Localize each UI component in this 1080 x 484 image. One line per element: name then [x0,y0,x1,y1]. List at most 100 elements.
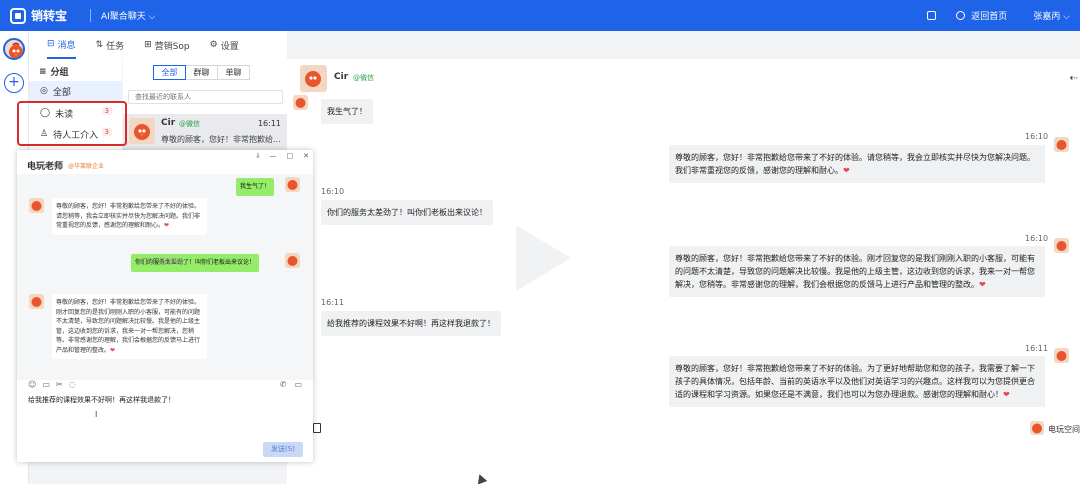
message-time: 16:11 [321,298,345,307]
chat-type-filter: 全部 群聊 单聊 [153,65,250,80]
add-account-button[interactable]: + [4,73,24,93]
contact-row[interactable]: Cir @微信 16:11 尊敬的顾客，您好！非常抱歉给... [123,114,287,150]
chat-bubble-icon[interactable]: ◌ [69,380,76,392]
floating-message-sent: 我生气了！ [236,178,275,196]
contact-panel: 全部 群聊 单聊 Cir @微信 16:11 尊敬的顾客，您好！非常抱歉给... [123,59,287,159]
video-icon[interactable]: ▭ [294,380,302,389]
maximize-icon[interactable]: □ [287,152,294,161]
floating-message-received: 尊敬的顾客，您好！非常抱歉给您带来了不好的体验。请您稍等，我会立即核实并尽快为您… [52,198,207,235]
filter-single[interactable]: 单聊 [217,65,250,80]
rooster-avatar-icon [9,42,23,58]
footer-contact-name: 电玩空间 [1048,425,1080,434]
logo-icon [10,7,26,24]
tab-settings[interactable]: ⚙ 设置 [210,31,239,59]
conversation-footer: 电玩空间 [313,421,1080,441]
floating-window-subtitle: @华莱联企业 [68,163,105,170]
header-contact-name: Cir [334,72,349,82]
floating-receiver-avatar [29,294,44,309]
phone-icon[interactable]: ✆ [280,380,287,389]
conversation-header: Cir @微信 ⇠ [287,59,1080,93]
message-agent: 尊敬的顾客，您好！非常抱歉给您带来了不好的体验。为了更好地帮助您和您的孩子，我需… [669,356,1045,407]
app-name: 销转宝 [31,9,68,23]
tab-messages[interactable]: ⊟ 消息 [47,31,76,59]
highlight-annotation [17,101,127,146]
filter-group[interactable]: 群聊 [185,65,218,80]
floating-receiver-avatar [29,198,44,213]
top-bar: 销转宝 AI聚合聊天 ⌵ 返回首页 张嘉丙 ⌵ [0,0,1080,31]
message-agent: 尊敬的顾客，您好！非常抱歉给您带来了不好的体验。刚才回复您的是我们刚刚入职的小客… [669,246,1045,297]
message-customer: 你们的服务太差劲了！叫你们老板出来议论！ [321,200,493,225]
contact-avatar [129,118,155,144]
send-button[interactable]: 发送(S) [263,442,303,457]
all-icon: ◎ [40,86,48,96]
composer-toolbar: ☺ ▭ ✂ ◌ ✆ ▭ [28,380,308,392]
footer-avatar [1030,421,1044,435]
floating-message-list[interactable]: 我生气了！ 尊敬的顾客，您好！非常抱歉给您带来了不好的体验。请您稍等，我会立即核… [17,174,313,380]
user-menu[interactable]: 张嘉丙 ⌵ [1033,9,1070,22]
header-actions: 返回首页 张嘉丙 ⌵ [927,9,1070,22]
gear-icon: ⚙ [209,40,218,50]
agent-avatar [1054,238,1069,253]
agent-avatar [1054,348,1069,363]
close-icon[interactable]: ✕ [303,152,309,161]
emoji-icon[interactable]: ☺ [28,380,36,392]
heart-icon: ❤ [110,346,116,354]
pin-icon[interactable]: ⫰ [256,152,259,161]
sop-icon: ⊞ [144,40,152,50]
document-icon[interactable] [313,423,321,433]
group-item-all[interactable]: ◎ 全部 [29,81,122,101]
back-home-link[interactable]: 返回首页 [971,9,1007,22]
header-contact-channel: @微信 [353,74,374,82]
filter-all[interactable]: 全部 [153,65,186,80]
floating-message-received: 尊敬的顾客，您好！非常抱歉给您带来了不好的体验。刚才回复您的是我们刚刚入职的小客… [52,294,207,359]
new-message-divider: 以下是新消息 [146,258,183,265]
contact-channel: @微信 [179,120,200,128]
group-title: ≡ 分组 [39,66,69,79]
floating-window-header[interactable]: 电玩老师 @华莱联企业 ⫰ — □ ✕ [17,150,313,174]
window-controls: ⫰ — □ ✕ [256,152,309,161]
message-time: 16:10 [1025,234,1049,243]
composer-input[interactable]: 给我推荐的课程效果不好啊！再这样我退款了！ [28,395,175,405]
product-switcher[interactable]: AI聚合聊天 ⌵ [101,9,156,22]
agent-avatar [1054,137,1069,152]
scissors-icon[interactable]: ✂ [56,380,63,392]
customer-avatar [293,95,308,110]
rooster-avatar-icon [305,71,321,87]
heart-icon: ❤ [164,222,170,229]
message-time: 16:10 [1025,132,1049,141]
task-icon: ⇅ [95,40,104,50]
floating-sender-avatar [285,177,300,192]
minimize-icon[interactable]: — [270,152,277,161]
contact-name: Cir [161,118,176,128]
tab-sop[interactable]: ⊞ 营销Sop [144,31,189,59]
message-customer: 我生气了！ [321,99,373,124]
heart-icon: ❤ [843,166,850,175]
message-time: 16:11 [1025,344,1049,353]
message-customer: 给我推荐的课程效果不好啊！再这样我退款了！ [321,311,501,336]
account-avatar[interactable] [3,38,25,60]
section-tabs: ⊟ 消息 ⇅ 任务 ⊞ 营销Sop ⚙ 设置 [29,31,287,59]
header-avatar [300,65,327,92]
composer-call-actions: ✆ ▭ [280,380,302,389]
tab-tasks[interactable]: ⇅ 任务 [96,31,125,59]
text-cursor-icon: I [95,410,98,419]
heart-icon: ❤ [979,280,986,289]
list-icon: ≡ [39,66,47,77]
contact-time: 16:11 [257,119,281,128]
header-divider [90,9,91,22]
calendar-icon[interactable] [927,11,937,20]
rooster-avatar-icon [134,124,150,140]
video-play-overlay [516,225,571,291]
floating-chat-window: 电玩老师 @华莱联企业 ⫰ — □ ✕ 我生气了！ 尊敬的顾客，您好！非常抱歉给… [17,150,313,462]
app-logo[interactable]: 销转宝 [10,7,67,24]
floating-window-title: 电玩老师 [27,162,64,172]
message-icon: ⊟ [47,39,55,49]
collapse-icon[interactable]: ⇠ [1070,73,1078,84]
folder-icon[interactable]: ▭ [42,380,50,392]
message-time: 16:10 [321,187,345,196]
heart-icon: ❤ [1003,390,1010,399]
contact-search-input[interactable] [128,90,283,104]
message-agent: 尊敬的顾客，您好！非常抱歉给您带来了不好的体验。请您稍等，我会立即核实并尽快为您… [669,145,1045,183]
contact-preview: 尊敬的顾客，您好！非常抱歉给... [161,135,281,144]
home-icon [956,11,966,20]
